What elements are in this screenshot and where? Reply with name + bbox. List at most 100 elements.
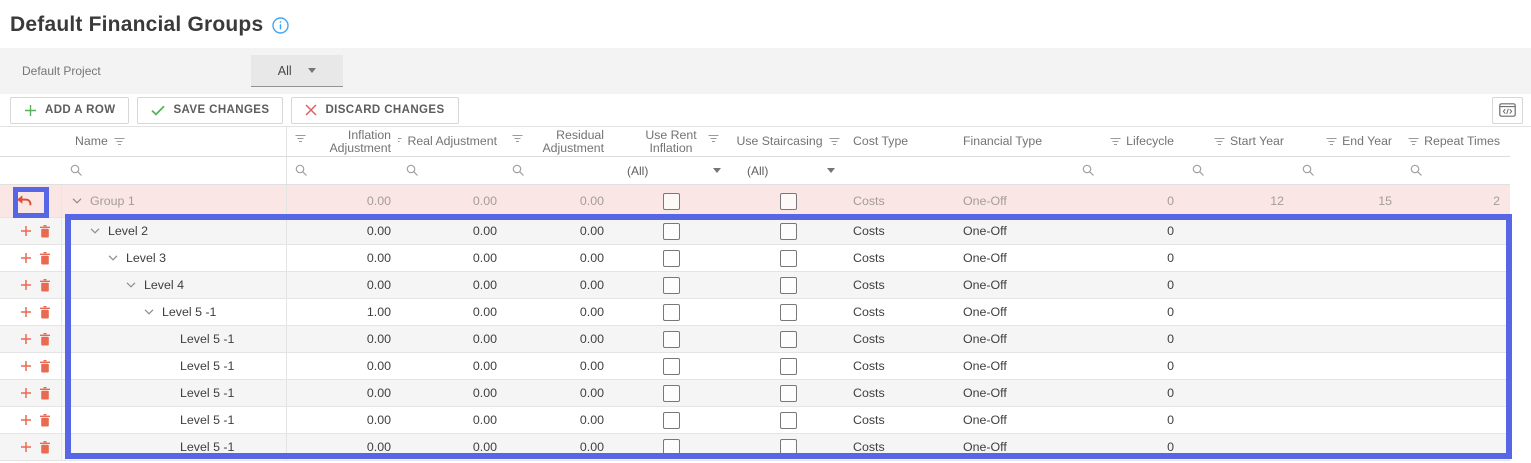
- row-cell-inflation-adjustment[interactable]: 0.00: [287, 407, 398, 433]
- row-cell-repeat-times[interactable]: [1402, 353, 1510, 379]
- chevron-down-icon[interactable]: [126, 282, 136, 288]
- row-cell-start-year[interactable]: [1184, 380, 1294, 406]
- row-cell-repeat-times[interactable]: [1402, 245, 1510, 271]
- row-cell-repeat-times[interactable]: [1402, 218, 1510, 244]
- row-cell-inflation-adjustment[interactable]: 0.00: [287, 326, 398, 352]
- row-cell-residual-adjustment[interactable]: 0.00: [504, 299, 611, 325]
- row-name-cell[interactable]: Level 4: [62, 272, 287, 298]
- header-cell-start-year[interactable]: Start Year: [1184, 127, 1294, 156]
- use-staircasing-checkbox[interactable]: [780, 439, 797, 456]
- row-cell-cost-type[interactable]: Costs: [845, 353, 955, 379]
- header-cell-end-year[interactable]: End Year: [1294, 127, 1402, 156]
- use-staircasing-checkbox[interactable]: [780, 277, 797, 294]
- row-cell-end-year[interactable]: [1294, 218, 1402, 244]
- row-cell-real-adjustment[interactable]: 0.00: [398, 353, 504, 379]
- row-cell-cost-type[interactable]: Costs: [845, 245, 955, 271]
- save-changes-button[interactable]: SAVE CHANGES: [137, 97, 283, 124]
- row-cell-real-adjustment[interactable]: 0.00: [398, 299, 504, 325]
- row-cell-start-year[interactable]: [1184, 218, 1294, 244]
- row-cell-lifecycle[interactable]: 0: [1074, 299, 1184, 325]
- add-child-row-button[interactable]: [20, 360, 32, 372]
- row-cell-residual-adjustment[interactable]: 0.00: [504, 218, 611, 244]
- row-cell-real-adjustment[interactable]: 0.00: [398, 272, 504, 298]
- header-cell-real-adjustment[interactable]: Real Adjustment: [398, 127, 504, 156]
- row-name-cell[interactable]: Level 5 -1: [62, 326, 287, 352]
- row-cell-lifecycle[interactable]: 0: [1074, 353, 1184, 379]
- filter-search-input-real-adjustment[interactable]: [398, 157, 504, 184]
- use-rent-inflation-checkbox[interactable]: [663, 385, 680, 402]
- row-cell-repeat-times[interactable]: [1402, 407, 1510, 433]
- filter-search-input-repeat-times[interactable]: [1402, 157, 1510, 184]
- add-child-row-button[interactable]: [20, 306, 32, 318]
- add-child-row-button[interactable]: [20, 252, 32, 264]
- row-cell-start-year[interactable]: [1184, 353, 1294, 379]
- row-cell-real-adjustment[interactable]: 0.00: [398, 380, 504, 406]
- row-cell-cost-type[interactable]: Costs: [845, 272, 955, 298]
- row-cell-cost-type[interactable]: Costs: [845, 380, 955, 406]
- filter-funnel-icon[interactable]: [1408, 137, 1419, 146]
- row-cell-inflation-adjustment[interactable]: 0.00: [287, 272, 398, 298]
- filter-search-input-end-year[interactable]: [1294, 157, 1402, 184]
- header-cell-residual-adjustment[interactable]: ResidualAdjustment: [504, 127, 611, 156]
- row-cell-financial-type[interactable]: One-Off: [955, 407, 1074, 433]
- use-staircasing-checkbox[interactable]: [780, 412, 797, 429]
- filter-funnel-icon[interactable]: [398, 137, 402, 146]
- row-cell-inflation-adjustment[interactable]: 0.00: [287, 353, 398, 379]
- add-child-row-button[interactable]: [20, 441, 32, 453]
- row-cell-real-adjustment[interactable]: 0.00: [398, 326, 504, 352]
- row-cell-end-year[interactable]: 15: [1294, 185, 1402, 217]
- row-cell-cost-type[interactable]: Costs: [845, 218, 955, 244]
- filter-funnel-icon[interactable]: [1326, 137, 1337, 146]
- header-cell-name[interactable]: Name: [62, 127, 287, 156]
- row-cell-financial-type[interactable]: One-Off: [955, 218, 1074, 244]
- header-cell-lifecycle[interactable]: Lifecycle: [1074, 127, 1184, 156]
- filter-search-input-name[interactable]: [62, 157, 287, 184]
- delete-row-button[interactable]: [39, 225, 51, 238]
- filter-select-use-staircasing[interactable]: (All): [731, 157, 845, 184]
- row-cell-repeat-times[interactable]: [1402, 434, 1510, 460]
- row-cell-repeat-times[interactable]: [1402, 299, 1510, 325]
- filter-search-input-start-year[interactable]: [1184, 157, 1294, 184]
- header-cell-financial-type[interactable]: Financial Type: [955, 127, 1074, 156]
- row-cell-cost-type[interactable]: Costs: [845, 407, 955, 433]
- column-chooser-button[interactable]: [1492, 97, 1523, 124]
- row-cell-lifecycle[interactable]: 0: [1074, 272, 1184, 298]
- header-cell-inflation-adjustment[interactable]: InflationAdjustment: [287, 127, 398, 156]
- filter-funnel-icon[interactable]: [295, 134, 306, 143]
- use-rent-inflation-checkbox[interactable]: [663, 250, 680, 267]
- row-cell-end-year[interactable]: [1294, 272, 1402, 298]
- row-cell-real-adjustment[interactable]: 0.00: [398, 218, 504, 244]
- row-cell-financial-type[interactable]: One-Off: [955, 353, 1074, 379]
- use-staircasing-checkbox[interactable]: [780, 331, 797, 348]
- row-cell-start-year[interactable]: [1184, 245, 1294, 271]
- row-cell-residual-adjustment[interactable]: 0.00: [504, 245, 611, 271]
- row-name-cell[interactable]: Level 5 -1: [62, 380, 287, 406]
- row-cell-financial-type[interactable]: One-Off: [955, 272, 1074, 298]
- row-cell-financial-type[interactable]: One-Off: [955, 245, 1074, 271]
- row-cell-inflation-adjustment[interactable]: 1.00: [287, 299, 398, 325]
- row-cell-financial-type[interactable]: One-Off: [955, 326, 1074, 352]
- row-cell-real-adjustment[interactable]: 0.00: [398, 434, 504, 460]
- use-rent-inflation-checkbox[interactable]: [663, 412, 680, 429]
- row-name-cell[interactable]: Group 1: [62, 185, 287, 217]
- row-cell-cost-type[interactable]: Costs: [845, 299, 955, 325]
- row-cell-cost-type[interactable]: Costs: [845, 434, 955, 460]
- row-cell-residual-adjustment[interactable]: 0.00: [504, 326, 611, 352]
- row-cell-residual-adjustment[interactable]: 0.00: [504, 380, 611, 406]
- row-cell-inflation-adjustment[interactable]: 0.00: [287, 434, 398, 460]
- add-child-row-button[interactable]: [20, 333, 32, 345]
- filter-search-input-inflation-adjustment[interactable]: [287, 157, 398, 184]
- row-name-cell[interactable]: Level 5 -1: [62, 434, 287, 460]
- row-cell-start-year[interactable]: [1184, 434, 1294, 460]
- row-cell-end-year[interactable]: [1294, 245, 1402, 271]
- row-cell-start-year[interactable]: [1184, 326, 1294, 352]
- row-cell-start-year[interactable]: [1184, 299, 1294, 325]
- row-cell-lifecycle[interactable]: 0: [1074, 326, 1184, 352]
- use-rent-inflation-checkbox[interactable]: [663, 223, 680, 240]
- filter-funnel-icon[interactable]: [512, 134, 523, 143]
- row-cell-inflation-adjustment[interactable]: 0.00: [287, 185, 398, 217]
- row-cell-financial-type[interactable]: One-Off: [955, 185, 1074, 217]
- row-name-cell[interactable]: Level 5 -1: [62, 353, 287, 379]
- row-cell-start-year[interactable]: 12: [1184, 185, 1294, 217]
- row-cell-lifecycle[interactable]: 0: [1074, 185, 1184, 217]
